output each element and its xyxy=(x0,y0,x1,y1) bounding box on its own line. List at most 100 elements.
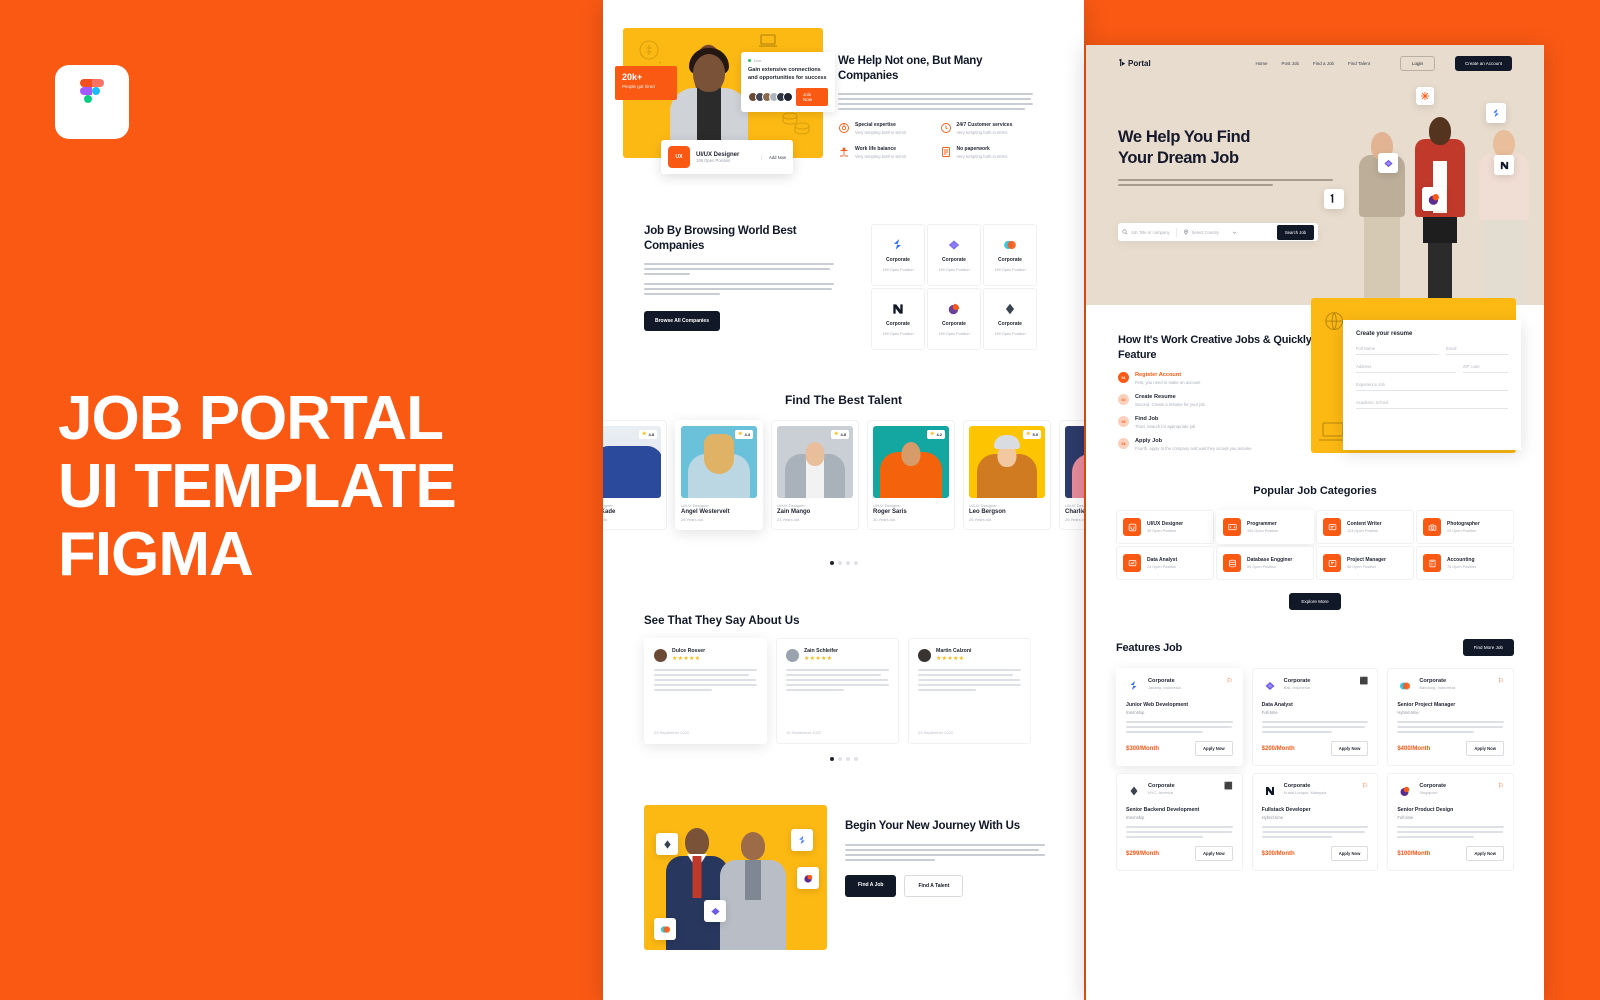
nav-link-post-job[interactable]: Post Job xyxy=(1281,61,1299,66)
live-label: Live xyxy=(754,58,762,63)
carousel-dot[interactable] xyxy=(837,561,842,565)
hired-count-badge: 20k+ People got hired xyxy=(615,66,677,100)
category-card[interactable]: Data Analyst 24 Open Position xyxy=(1116,546,1214,580)
full-name-field[interactable]: Full Name xyxy=(1356,346,1439,355)
talent-card[interactable]: ★ 4.2 UI/UX Designer Roger Saris 30 Years… xyxy=(867,420,955,530)
resume-row: Address ZIP code xyxy=(1356,364,1508,373)
carousel-dot[interactable] xyxy=(853,561,858,565)
testimonial-carousel-dots[interactable] xyxy=(603,757,1084,761)
testimonial-card[interactable]: Martin Calzoni ★★★★★ 23 September 2022 xyxy=(908,638,1031,744)
add-now-button[interactable]: Add Now xyxy=(761,154,786,160)
category-card[interactable]: Project Manager 56 Open Position xyxy=(1316,546,1414,580)
bookmark-icon[interactable]: ⚐ xyxy=(1498,678,1504,685)
nav-link-find-a-job[interactable]: Find a Job xyxy=(1313,61,1334,66)
feature-item: Special expertise Very tempting both in … xyxy=(838,122,932,136)
bookmark-icon[interactable]: ⚐ xyxy=(1498,783,1504,790)
carousel-dot[interactable] xyxy=(853,757,858,761)
company-card[interactable]: Corporate 159 Open Position xyxy=(983,288,1037,350)
job-card[interactable]: Corporate Singapore ⚐ Senior Product Des… xyxy=(1387,773,1514,871)
category-card[interactable]: Programmer 109 Open Position xyxy=(1216,510,1314,544)
find-more-job-button[interactable]: Find More Job xyxy=(1462,639,1514,656)
testimonial-card[interactable]: Zain Schleifer ★★★★★ 10 September 2022 xyxy=(776,638,899,744)
company-card[interactable]: Corporate 159 Open Position xyxy=(927,224,981,286)
carousel-dot[interactable] xyxy=(837,757,842,761)
pie-icon xyxy=(948,303,960,315)
nav-link-find-talent[interactable]: Find Talent xyxy=(1348,61,1370,66)
job-card[interactable]: Corporate Bali, Indonesia ⬛ Data Analyst… xyxy=(1251,668,1379,766)
country-select[interactable]: Select Country xyxy=(1183,229,1237,235)
category-positions: 22 Open Position xyxy=(1447,529,1477,533)
layers-icon xyxy=(1486,103,1506,123)
join-now-button[interactable]: Join Now xyxy=(796,88,828,106)
create-resume-form-card[interactable]: Create your resume Full Name Email Addre… xyxy=(1343,320,1521,450)
carousel-dot[interactable] xyxy=(845,561,850,565)
find-a-talent-button[interactable]: Find A Talent xyxy=(904,875,964,897)
apply-now-button[interactable]: Apply Now xyxy=(1195,846,1233,861)
bookmark-icon[interactable]: ⬛ xyxy=(1224,783,1233,790)
job-card[interactable]: Corporate NYC, America ⬛ Senior Backend … xyxy=(1116,773,1243,871)
company-name: Corporate xyxy=(998,257,1022,263)
talent-role: UI/UX Designer xyxy=(969,503,997,508)
company-card[interactable]: Corporate 159 Open Position xyxy=(871,288,925,350)
carousel-dot[interactable] xyxy=(829,757,834,761)
a-testimonials-row: Dulce Rosser ★★★★★ 03 September 2022 Zai… xyxy=(644,638,1031,744)
job-card[interactable]: Corporate Kuala Lumpur, Malaysia ⚐ Fulls… xyxy=(1251,773,1379,871)
apply-now-button[interactable]: Apply Now xyxy=(1195,741,1233,756)
job-search-bar[interactable]: Job Title or company Select Country Sear… xyxy=(1118,223,1318,241)
job-card[interactable]: Corporate Jakarta, Indonesia ⚐ Junior We… xyxy=(1116,668,1243,766)
talent-carousel-dots[interactable] xyxy=(603,561,1084,565)
testimonial-head: Dulce Rosser ★★★★★ xyxy=(654,648,757,662)
explore-more-button[interactable]: Explore More xyxy=(1289,593,1341,610)
talent-card[interactable]: ★ 4.4 UI/UX Designer Angel Westervelt 28 … xyxy=(675,420,763,530)
talent-card[interactable]: ★ 5.0 UI/UX Designer Leo Bergson 26 Years… xyxy=(963,420,1051,530)
job-card[interactable]: Corporate Bandung, Indonesia ⚐ Senior Pr… xyxy=(1387,668,1514,766)
bookmark-icon[interactable]: ⬛ xyxy=(1360,678,1369,685)
company-card[interactable]: Corporate 159 Open Position xyxy=(927,288,981,350)
figma-logo-icon xyxy=(55,65,129,139)
talent-card[interactable]: ★4.6 UI/UX Designer Charlie Dorwart 28 Y… xyxy=(1059,420,1084,530)
job-description xyxy=(1261,721,1369,733)
testimonial-card[interactable]: Dulce Rosser ★★★★★ 03 September 2022 xyxy=(644,638,767,744)
apply-now-button[interactable]: Apply Now xyxy=(1466,741,1504,756)
talent-card[interactable]: ★4.8 UI/UX Designer Liam Kade 27 Years o… xyxy=(603,420,667,530)
a-talent-carousel[interactable]: ★4.8 UI/UX Designer Liam Kade 27 Years o… xyxy=(603,420,1084,530)
category-card[interactable]: Accounting 78 Open Position xyxy=(1416,546,1514,580)
talent-card[interactable]: ★ 4.8 UI/UX Designer Zain Mango 23 Years … xyxy=(771,420,859,530)
talent-photo: ★ 5.0 xyxy=(969,426,1045,498)
talent-rating: ★ 4.8 xyxy=(638,430,657,439)
circles-icon xyxy=(1004,240,1016,250)
experience-job-field[interactable]: Experience Job xyxy=(1356,382,1508,391)
avatar-stack xyxy=(748,92,793,102)
apply-now-button[interactable]: Apply Now xyxy=(1466,846,1504,861)
carousel-dot[interactable] xyxy=(845,757,850,761)
company-card[interactable]: Corporate 159 Open Position xyxy=(983,224,1037,286)
search-job-button[interactable]: Search Job xyxy=(1276,224,1314,240)
category-card[interactable]: Photographer 22 Open Position xyxy=(1416,510,1514,544)
b-categories-grid: UI/UX Designer 49 Open Position Programm… xyxy=(1116,510,1514,580)
brand-logo[interactable]: Portal xyxy=(1118,58,1151,68)
apply-now-button[interactable]: Apply Now xyxy=(1330,846,1369,861)
browse-all-companies-button[interactable]: Browse All Companies xyxy=(644,311,720,331)
carousel-dot[interactable] xyxy=(829,561,834,565)
zip-code-field[interactable]: ZIP code xyxy=(1463,364,1508,373)
academic-school-field[interactable]: Academic School xyxy=(1356,400,1508,409)
email-field[interactable]: Email xyxy=(1446,346,1508,355)
address-field[interactable]: Address xyxy=(1356,364,1456,373)
bookmark-icon[interactable]: ⚐ xyxy=(1226,678,1232,685)
bookmark-icon[interactable]: ⚐ xyxy=(1362,783,1368,790)
resume-card-title: Create your resume xyxy=(1356,331,1413,337)
apply-now-button[interactable]: Apply Now xyxy=(1330,741,1369,756)
company-positions: 159 Open Position xyxy=(994,268,1026,272)
category-card[interactable]: Content Writer 123 Open Position xyxy=(1316,510,1414,544)
live-opportunity-card[interactable]: Live Gain extensive connections and oppo… xyxy=(741,52,835,112)
portal-mark-icon xyxy=(1324,189,1344,209)
category-card[interactable]: Database Engginer 56 Open Position xyxy=(1216,546,1314,580)
nav-link-home[interactable]: Home xyxy=(1255,61,1267,66)
search-input[interactable]: Job Title or company xyxy=(1122,229,1170,235)
find-a-job-button[interactable]: Find A Job xyxy=(845,875,897,897)
company-card[interactable]: Corporate 159 Open Position xyxy=(871,224,925,286)
category-card[interactable]: UI/UX Designer 49 Open Position xyxy=(1116,510,1214,544)
avatar xyxy=(654,648,667,662)
step-title: Register Account xyxy=(1135,372,1182,378)
role-open-position-card[interactable]: UX UI/UX Designer 159 Open Position Add … xyxy=(661,140,793,174)
